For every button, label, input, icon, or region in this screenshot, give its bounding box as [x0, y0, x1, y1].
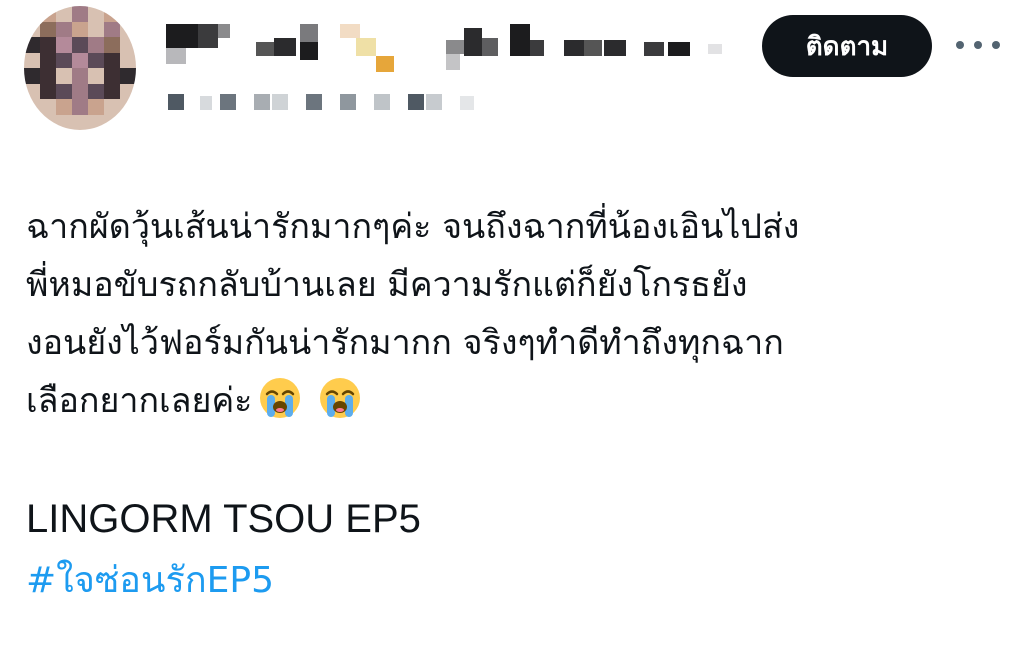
follow-button[interactable]: ติดตาม — [762, 15, 932, 77]
avatar-pixel — [40, 37, 56, 53]
avatar-pixel — [24, 99, 40, 115]
avatar-pixel — [120, 114, 136, 130]
avatar-pixel — [56, 6, 72, 22]
avatar-pixel — [56, 52, 72, 68]
avatar-pixel — [120, 68, 136, 84]
avatar-pixel — [56, 21, 72, 37]
avatar-pixel — [104, 68, 120, 84]
avatar-pixel — [72, 114, 88, 130]
avatar-pixel — [72, 68, 88, 84]
avatar-pixel — [120, 83, 136, 99]
avatar-pixel — [104, 83, 120, 99]
avatar-pixel — [24, 37, 40, 53]
tweet-line-last: เลือกยากเลยค่ะ — [26, 372, 1006, 430]
avatar-pixel — [104, 37, 120, 53]
avatar-pixel — [88, 52, 104, 68]
avatar-pixel — [40, 6, 56, 22]
more-dot — [956, 41, 964, 49]
avatar-pixel — [88, 37, 104, 53]
more-dot — [992, 41, 1000, 49]
avatar-pixel — [72, 83, 88, 99]
avatar-pixel — [120, 21, 136, 37]
avatar-pixel — [56, 99, 72, 115]
avatar-pixel — [104, 21, 120, 37]
tweet-header: ติดตาม — [0, 0, 1024, 140]
show-title-line: LINGORM TSOU EP5 — [26, 497, 421, 541]
censored-display-name[interactable] — [160, 20, 730, 80]
avatar-pixel — [88, 114, 104, 130]
avatar-pixel — [104, 114, 120, 130]
avatar-pixel — [120, 6, 136, 22]
avatar-pixel — [72, 52, 88, 68]
tweet-line: พี่หมอขับรถกลับบ้านเลย มีความรักแต่ก็ยัง… — [26, 265, 748, 305]
avatar-pixel — [40, 21, 56, 37]
avatar-pixel — [40, 114, 56, 130]
avatar-pixel — [120, 99, 136, 115]
avatar-pixel — [104, 52, 120, 68]
avatar-pixel — [40, 83, 56, 99]
avatar-pixel — [24, 21, 40, 37]
hashtag-link[interactable]: #ใจซ่อนรักEP5 — [26, 550, 1006, 612]
more-dot — [974, 41, 982, 49]
avatar[interactable] — [24, 6, 136, 130]
avatar-pixel — [72, 6, 88, 22]
avatar-pixel — [88, 6, 104, 22]
avatar-pixel — [88, 68, 104, 84]
avatar-pixel — [72, 99, 88, 115]
avatar-pixel — [40, 68, 56, 84]
avatar-pixel — [24, 83, 40, 99]
tweet-line-text: เลือกยากเลยค่ะ — [26, 381, 253, 421]
censored-handle[interactable] — [160, 92, 490, 114]
tweet-line: ฉากผัดวุ้นเส้นน่ารักมากๆค่ะ จนถึงฉากที่น… — [26, 207, 800, 247]
avatar-pixel — [72, 21, 88, 37]
avatar-pixel — [88, 83, 104, 99]
avatar-pixel — [24, 6, 40, 22]
avatar-pixel — [56, 37, 72, 53]
avatar-pixel — [24, 114, 40, 130]
avatar-pixel — [104, 6, 120, 22]
avatar-pixel — [120, 52, 136, 68]
avatar-pixel — [104, 99, 120, 115]
loudly-crying-face-emoji — [260, 378, 301, 418]
avatar-pixel — [72, 37, 88, 53]
avatar-pixel — [56, 83, 72, 99]
tweet-line: งอนยังไว้ฟอร์มกันน่ารักมากก จริงๆทำดีทำถ… — [26, 323, 784, 363]
loudly-crying-face-emoji — [320, 378, 361, 418]
avatar-pixel — [40, 52, 56, 68]
avatar-pixel — [120, 37, 136, 53]
tweet-text: ฉากผัดวุ้นเส้นน่ารักมากๆค่ะ จนถึงฉากที่น… — [26, 198, 1006, 612]
more-horizontal-icon[interactable] — [956, 38, 1000, 52]
avatar-pixel — [40, 99, 56, 115]
avatar-pixel — [88, 21, 104, 37]
avatar-pixel — [56, 114, 72, 130]
avatar-pixel — [56, 68, 72, 84]
avatar-pixel — [24, 52, 40, 68]
avatar-pixel — [88, 99, 104, 115]
avatar-pixel — [24, 68, 40, 84]
